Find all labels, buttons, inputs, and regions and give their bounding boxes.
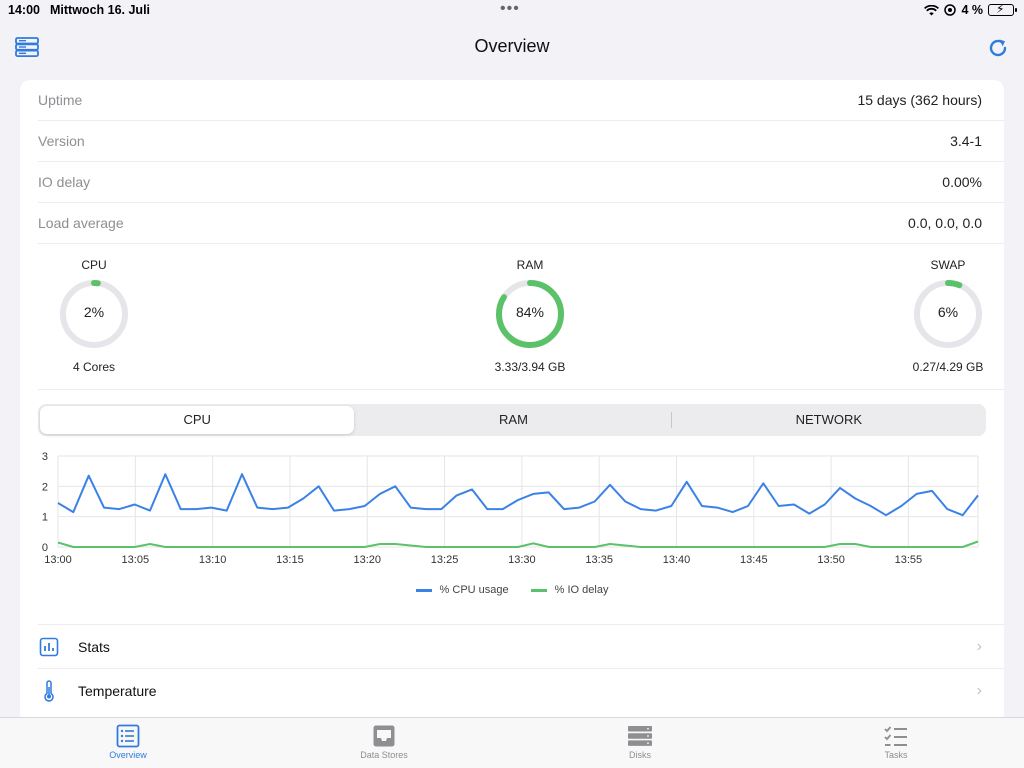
location-lock-icon <box>944 4 957 16</box>
info-row-uptime: Uptime 15 days (362 hours) <box>38 80 1004 121</box>
x-tick-label: 13:10 <box>199 554 227 566</box>
list-item-temperature[interactable]: Temperature › <box>38 668 1004 712</box>
series-line-io-delay <box>57 540 979 548</box>
y-tick-label: 3 <box>42 451 48 463</box>
gauge-title: CPU <box>81 258 107 272</box>
cpu-gauge: CPU 2% 4 Cores <box>44 244 144 374</box>
y-tick-label: 1 <box>42 512 48 524</box>
gauge-percent: 84% <box>515 304 545 320</box>
chart-segmented-control: CPU RAM NETWORK <box>38 404 986 436</box>
gauge-subtitle: 4 Cores <box>72 360 116 374</box>
detail-list: Stats › Temperature › <box>20 624 1004 712</box>
status-time: 14:00 <box>8 3 40 17</box>
x-tick-label: 13:20 <box>353 554 381 566</box>
info-label: Load average <box>38 215 124 231</box>
x-tick-label: 13:05 <box>122 554 150 566</box>
swap-gauge: SWAP 6% 0.27/4.29 GB <box>898 244 998 374</box>
tab-tasks[interactable]: Tasks <box>768 718 1024 768</box>
x-tick-label: 13:00 <box>44 554 72 566</box>
gauge-subtitle: 0.27/4.29 GB <box>912 360 984 374</box>
chevron-right-icon: › <box>976 637 982 655</box>
segment-cpu[interactable]: CPU <box>40 406 355 434</box>
wifi-icon <box>924 4 940 15</box>
status-bar: 14:00 Mittwoch 16. Juli ••• 4 % ⚡ <box>0 0 1024 22</box>
x-tick-label: 13:40 <box>663 554 691 566</box>
info-label: Uptime <box>38 92 83 108</box>
list-item-label: Stats <box>78 638 110 655</box>
overview-card: Uptime 15 days (362 hours) Version 3.4-1… <box>20 80 1004 740</box>
cpu-usage-chart: 0 1 2 3 13:00 13:05 13:10 13:15 13:20 13:25 13:30 1… <box>42 451 979 566</box>
series-line-cpu-usage <box>57 473 979 517</box>
x-tick-label: 13:30 <box>508 554 536 566</box>
legend-swatch <box>415 588 432 592</box>
data-stores-icon <box>373 725 395 747</box>
tab-overview[interactable]: Overview <box>0 718 256 768</box>
info-value: 0.00% <box>942 174 982 190</box>
list-item-stats[interactable]: Stats › <box>38 624 1004 668</box>
legend-label: % CPU usage <box>439 584 509 596</box>
info-value: 0.0, 0.0, 0.0 <box>908 215 982 231</box>
x-tick-label: 13:25 <box>431 554 459 566</box>
page-title: Overview <box>474 36 550 56</box>
info-row-io-delay: IO delay 0.00% <box>38 162 1004 203</box>
segment-network[interactable]: NETWORK <box>672 404 986 436</box>
overview-icon <box>116 724 140 748</box>
gauge-title: SWAP <box>930 258 966 272</box>
refresh-button[interactable] <box>986 36 1010 60</box>
tab-disks[interactable]: Disks <box>512 718 768 768</box>
info-value: 3.4-1 <box>950 133 982 149</box>
chevron-right-icon: › <box>976 681 982 699</box>
battery-icon: ⚡ <box>988 2 1017 16</box>
x-tick-label: 13:50 <box>817 554 845 566</box>
battery-percent: 4 % <box>961 3 983 17</box>
gauge-subtitle: 3.33/3.94 GB <box>494 360 566 374</box>
tab-label: Tasks <box>884 750 908 760</box>
x-tick-label: 13:55 <box>895 554 923 566</box>
legend-label: % IO delay <box>554 584 609 596</box>
resource-gauges: CPU 2% 4 Cores RAM 84% 3.33/3.94 GB SWAP… <box>38 244 1004 390</box>
tasks-icon <box>884 726 907 746</box>
legend-item-io: % IO delay <box>530 584 609 596</box>
status-right: 4 % ⚡ <box>924 2 1017 17</box>
info-row-load-average: Load average 0.0, 0.0, 0.0 <box>38 203 1004 244</box>
tab-label: Overview <box>109 750 147 760</box>
tab-label: Data Stores <box>360 750 408 760</box>
thermometer-icon <box>38 679 60 702</box>
info-label: Version <box>38 133 85 149</box>
y-tick-label: 2 <box>42 481 48 493</box>
tab-label: Disks <box>629 750 651 760</box>
tab-data-stores[interactable]: Data Stores <box>256 718 512 768</box>
legend-item-cpu: % CPU usage <box>415 584 509 596</box>
list-item-label: Temperature <box>78 682 157 699</box>
refresh-icon <box>989 39 1007 57</box>
gauge-percent: 2% <box>83 304 105 320</box>
x-tick-label: 13:45 <box>740 554 768 566</box>
gauge-title: RAM <box>516 258 544 272</box>
multitasking-dots-icon[interactable]: ••• <box>500 0 520 18</box>
y-tick-label: 0 <box>42 542 48 554</box>
disks-icon <box>628 726 652 746</box>
segment-ram[interactable]: RAM <box>356 404 670 436</box>
legend-swatch <box>530 588 547 592</box>
navigation-bar: Overview <box>0 22 1024 74</box>
gauge-percent: 6% <box>937 304 959 320</box>
status-date: Mittwoch 16. Juli <box>50 3 151 17</box>
chart-legend: % CPU usage % IO delay <box>20 584 1004 596</box>
info-value: 15 days (362 hours) <box>857 92 982 108</box>
tab-bar: Overview Data Stores Disks Tasks <box>0 717 1024 768</box>
x-tick-label: 13:15 <box>276 554 304 566</box>
x-tick-label: 13:35 <box>585 554 613 566</box>
stats-icon <box>38 636 60 658</box>
info-row-version: Version 3.4-1 <box>38 121 1004 162</box>
ram-gauge: RAM 84% 3.33/3.94 GB <box>480 244 580 374</box>
info-label: IO delay <box>38 174 91 190</box>
